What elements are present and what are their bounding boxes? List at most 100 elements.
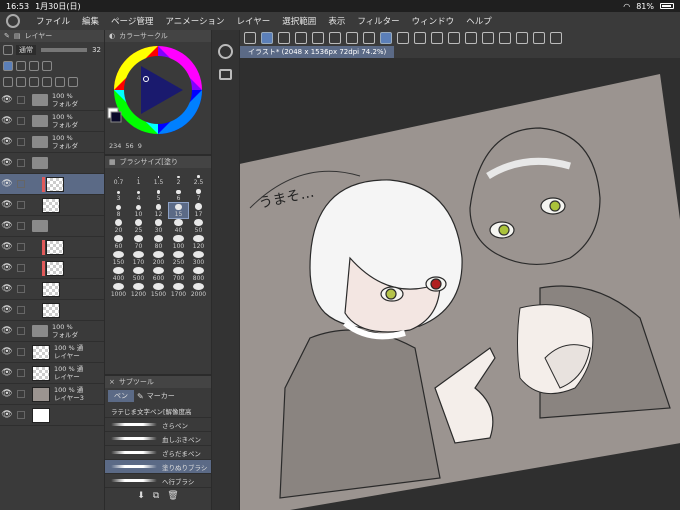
layer-row[interactable]: 👁 [0,258,104,279]
brush-size-option[interactable]: 60 [109,235,128,250]
menu-window[interactable]: ウィンドウ [412,15,455,27]
layer-lock-checkbox[interactable] [17,138,25,146]
visibility-eye-icon[interactable]: 👁 [0,368,14,378]
layer-row[interactable]: 👁 100 % フォルダ [0,111,104,132]
layer-row[interactable]: 👁 [0,237,104,258]
layer-tab-icon[interactable]: ▤ [14,32,21,40]
layer-lock-checkbox[interactable] [17,264,25,272]
brush-size-option[interactable]: 3 [109,187,128,202]
menu-file[interactable]: ファイル [36,15,70,27]
check3-icon[interactable] [550,32,562,44]
layer-row[interactable]: 👁 100 % 通レイヤー3 [0,384,104,405]
primary-color-swatch[interactable] [110,111,122,123]
menu-selection[interactable]: 選択範囲 [282,15,316,27]
layer-panel-title[interactable]: レイヤー [25,31,53,41]
mask-icon[interactable] [55,77,65,87]
menu-layer[interactable]: レイヤー [237,15,271,27]
blend-mode-select[interactable]: 通常 [16,45,36,55]
layer-lock-checkbox[interactable] [17,159,25,167]
brush-item[interactable]: ざらだまペン [105,446,211,460]
copy-icon[interactable]: ⧉ [153,491,159,501]
menu-view[interactable]: 表示 [328,15,345,27]
layer-lock-checkbox[interactable] [17,180,25,188]
brush-size-option[interactable]: 300 [189,251,208,266]
layer-lock-checkbox[interactable] [17,348,25,356]
layer-property-icon[interactable] [3,45,13,55]
merge-icon[interactable] [42,77,52,87]
opacity-slider[interactable] [41,48,88,52]
new-vector-icon[interactable] [16,77,26,87]
check2-icon[interactable] [533,32,545,44]
color-wheel[interactable] [105,42,211,140]
brush-item[interactable]: ヘ行ブラシ [105,474,211,488]
menu-animation[interactable]: アニメーション [165,15,224,27]
layer-lock-checkbox[interactable] [17,243,25,251]
layer-row[interactable]: 👁 [0,195,104,216]
brush-size-option[interactable]: 0.7 [109,171,128,186]
brush-size-option[interactable]: 200 [149,251,168,266]
brush-size-option[interactable]: 1.5 [149,171,168,186]
brush-size-option[interactable]: 100 [169,235,188,250]
brush-size-option[interactable]: 15 [168,202,189,219]
layer-lock-checkbox[interactable] [17,369,25,377]
ruler-icon[interactable] [499,32,511,44]
brush-item[interactable]: ラテじま文字ペン[解像度高 [105,404,211,418]
menu-icon[interactable] [244,32,256,44]
visibility-eye-icon[interactable]: 👁 [0,305,14,315]
layer-row[interactable]: 👁 100 % フォルダ [0,132,104,153]
visibility-eye-icon[interactable]: 👁 [0,263,14,273]
brush-size-option[interactable]: 120 [189,235,208,250]
brush-size-option[interactable]: 1000 [109,283,128,298]
layer-lock-checkbox[interactable] [17,327,25,335]
brush-size-option[interactable]: 50 [189,219,208,234]
visibility-eye-icon[interactable]: 👁 [0,158,14,168]
alpha-lock-icon[interactable] [42,61,52,71]
layer-row[interactable]: 👁 [0,300,104,321]
layer-row[interactable]: 👁 100 % フォルダ [0,90,104,111]
layer-row[interactable]: 👁 100 % 通レイヤー [0,363,104,384]
opacity-value[interactable]: 32 [92,46,101,54]
illustration-canvas[interactable]: うまそ… [240,58,680,510]
menu-help[interactable]: ヘルプ [466,15,492,27]
canvas-area[interactable]: うまそ… [240,58,680,510]
layer-row[interactable]: 👁 100 % フォルダ [0,321,104,342]
brush-size-option[interactable]: 1500 [149,283,168,298]
visibility-eye-icon[interactable]: 👁 [0,284,14,294]
check-icon[interactable] [516,32,528,44]
bucket-icon[interactable] [465,32,477,44]
layer-lock-checkbox[interactable] [17,96,25,104]
brush-size-option[interactable]: 2000 [189,283,208,298]
download-icon[interactable]: ⬇ [137,491,145,501]
redo-icon[interactable] [346,32,358,44]
brush-size-option[interactable]: 8 [109,203,128,218]
brush-size-option[interactable]: 150 [109,251,128,266]
canvas-document-tab[interactable]: イラスト* (2048 x 1536px 72dpi 74.2%) [240,46,395,58]
visibility-eye-icon[interactable]: 👁 [0,95,14,105]
brush-size-option[interactable]: 5 [149,187,168,202]
new-folder-icon[interactable] [29,77,39,87]
menu-filter[interactable]: フィルター [357,15,399,27]
layer-row[interactable]: 👁 100 % 通レイヤー [0,342,104,363]
app-logo-icon[interactable] [6,14,20,28]
visibility-eye-icon[interactable]: 👁 [0,326,14,336]
navigator-icon[interactable] [218,44,233,59]
clip-icon[interactable] [3,61,13,71]
brush-size-option[interactable]: 10 [129,203,148,218]
brush-size-option[interactable]: 6 [169,187,188,202]
visibility-eye-icon[interactable]: 👁 [0,347,14,357]
visibility-eye-icon[interactable]: 👁 [0,410,14,420]
brush-size-option[interactable]: 7 [189,187,208,202]
tool-toggle-icon[interactable] [278,32,290,44]
layer-row[interactable]: 👁 [0,216,104,237]
brush-size-option[interactable]: 400 [109,267,128,282]
brush-size-option[interactable]: 12 [149,203,168,218]
brush-size-option[interactable]: 30 [149,219,168,234]
brush-size-option[interactable]: 600 [149,267,168,282]
layer-lock-checkbox[interactable] [17,411,25,419]
new-raster-icon[interactable] [3,77,13,87]
group-pen-tab[interactable]: ペン [108,390,134,402]
delete-layer-icon[interactable] [68,77,78,87]
visibility-eye-icon[interactable]: 👁 [0,179,14,189]
lock-icon[interactable] [29,61,39,71]
color-panel-title[interactable]: カラーサークル [119,31,168,41]
